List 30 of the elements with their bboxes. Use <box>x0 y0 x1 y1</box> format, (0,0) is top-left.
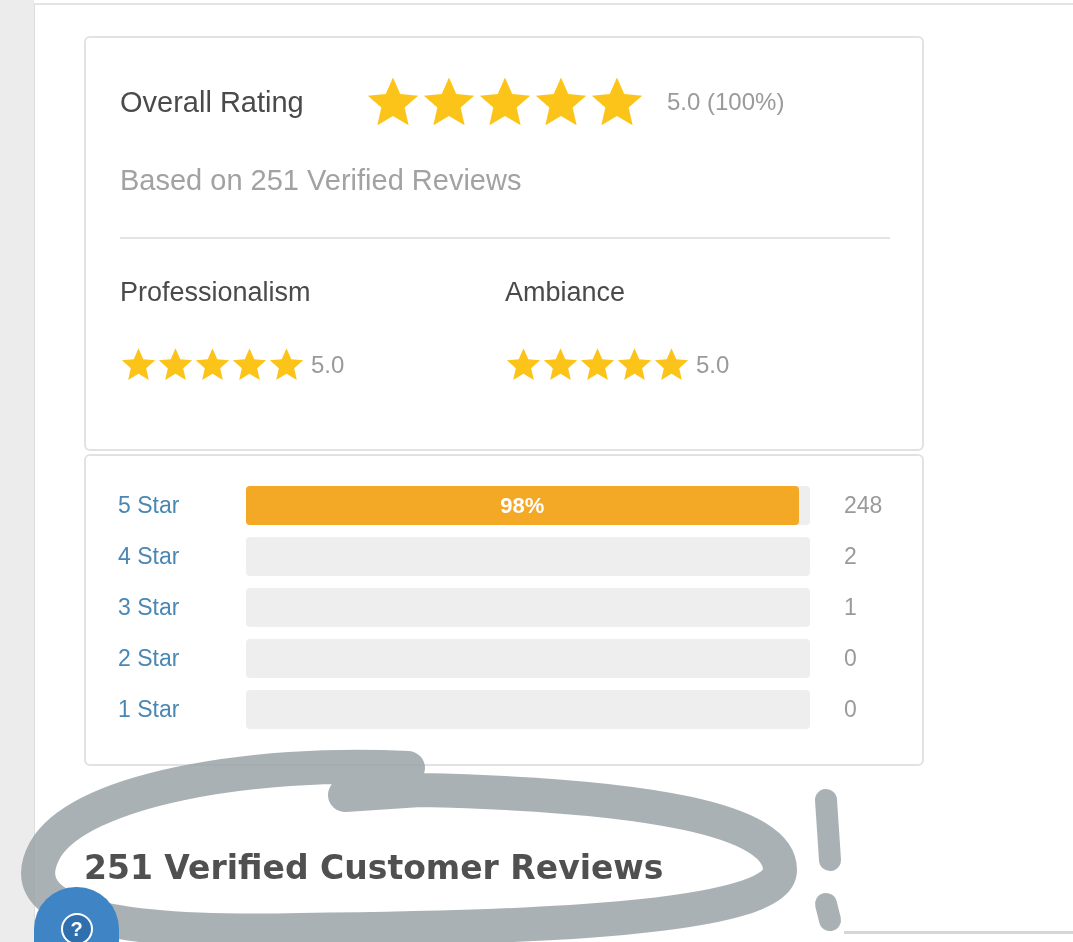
review-count: 1 <box>844 594 857 621</box>
overall-rating-label: Overall Rating <box>120 85 305 119</box>
star-icon <box>194 346 231 383</box>
star-icon <box>231 346 268 383</box>
star-icon <box>616 346 653 383</box>
review-count: 248 <box>844 492 883 519</box>
star-icon <box>579 346 616 383</box>
star-icon <box>542 346 579 383</box>
star-filter-link[interactable]: 5 Star <box>118 492 246 519</box>
category-label: Professionalism <box>120 277 312 308</box>
star-icon <box>505 346 542 383</box>
star-icon <box>120 346 157 383</box>
review-count: 0 <box>844 645 857 672</box>
star-icon <box>157 346 194 383</box>
percent-label: 98% <box>500 492 545 519</box>
category-score: 5.0 <box>696 350 730 379</box>
review-count: 0 <box>844 696 857 723</box>
star-icon <box>268 346 305 383</box>
star-icon <box>653 346 690 383</box>
star-filter-link[interactable]: 1 Star <box>118 696 246 723</box>
star-filter-link[interactable]: 3 Star <box>118 594 246 621</box>
star-filter-link[interactable]: 2 Star <box>118 645 246 672</box>
review-count: 2 <box>844 543 857 570</box>
reviews-heading: 251 Verified Customer Reviews <box>84 848 665 887</box>
category-label: Ambiance <box>505 277 627 308</box>
help-button[interactable]: ? <box>34 887 119 942</box>
category-score: 5.0 <box>311 350 345 379</box>
overall-score: 5.0 (100%) <box>667 88 785 116</box>
star-filter-link[interactable]: 4 Star <box>118 543 246 570</box>
review-count-text: Based on 251 Verified Reviews <box>120 164 523 197</box>
